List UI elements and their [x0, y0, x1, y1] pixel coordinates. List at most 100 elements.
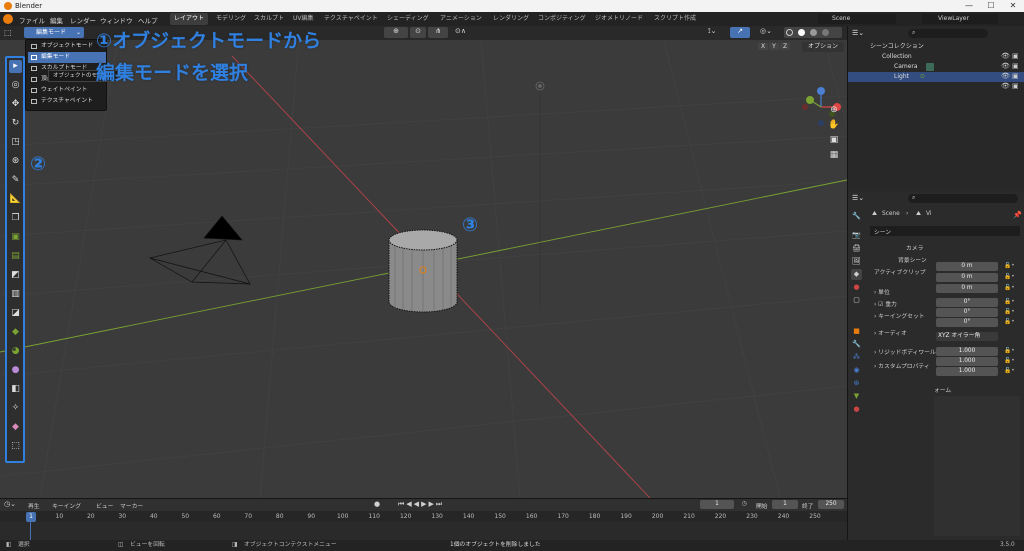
inset-tool-icon[interactable]: ▤: [9, 250, 22, 263]
properties-search-input[interactable]: ⌕: [908, 194, 1018, 203]
lock-icon[interactable]: 🔓•: [1004, 368, 1015, 374]
outliner-camera[interactable]: Camera: [848, 62, 1024, 72]
camera-visibility-eye-icon[interactable]: 👁: [1001, 62, 1010, 70]
location-z-field[interactable]: 0 m: [936, 284, 998, 293]
extrude-tool-icon[interactable]: ▣: [9, 231, 22, 244]
proportional-edit-icon[interactable]: ⊙∧: [455, 27, 475, 38]
gizmo-toggle-icon[interactable]: ↗: [730, 27, 750, 38]
add-cube-tool-icon[interactable]: ❐: [9, 212, 22, 225]
playback-controls[interactable]: ⏮◀◀▶▶⏭: [398, 500, 444, 509]
scene-tab-icon[interactable]: ◆: [851, 269, 862, 280]
snap-icon[interactable]: ⋔: [428, 27, 448, 38]
tab-scripting[interactable]: スクリプト作成: [650, 13, 700, 25]
tab-compositing[interactable]: コンポジティング: [534, 13, 590, 25]
menu-render[interactable]: レンダー: [70, 15, 96, 25]
location-y-field[interactable]: 0 m: [936, 273, 998, 282]
pan-hand-icon[interactable]: ✋: [828, 119, 840, 131]
outliner-scene-collection[interactable]: シーンコレクション: [848, 42, 1024, 52]
light-render-icon[interactable]: ▣: [1012, 72, 1019, 80]
shear-tool-icon[interactable]: ◆: [9, 421, 22, 434]
lock-icon[interactable]: 🔓•: [1004, 263, 1015, 269]
tab-geometry-nodes[interactable]: ジオメトリノード: [591, 13, 647, 25]
collection-tab-icon[interactable]: ▢: [851, 295, 862, 306]
close-button[interactable]: ✕: [1004, 1, 1022, 11]
rotation-x-field[interactable]: 0°: [936, 298, 998, 307]
tool-tab-icon[interactable]: 🔧: [851, 211, 862, 222]
poly-build-tool-icon[interactable]: ◆: [9, 326, 22, 339]
mirror-z-toggle[interactable]: Z: [780, 43, 790, 50]
marker-menu[interactable]: マーカー: [120, 501, 143, 510]
lock-icon[interactable]: 🔓•: [1004, 299, 1015, 305]
lock-icon[interactable]: 🔓•: [1004, 358, 1015, 364]
output-tab-icon[interactable]: 🖨: [851, 243, 862, 254]
object-tab-icon[interactable]: ■: [851, 326, 862, 337]
extra-render-icon[interactable]: ▣: [1012, 82, 1019, 90]
rendered-shading-icon[interactable]: [822, 29, 829, 36]
outliner-collection[interactable]: Collection: [848, 52, 1024, 62]
outliner-type-icon[interactable]: ☰⌄: [852, 29, 864, 37]
physics-tab-icon[interactable]: ◉: [851, 365, 862, 376]
lock-icon[interactable]: 🔓•: [1004, 348, 1015, 354]
view-layer-tab-icon[interactable]: 🖼: [851, 256, 862, 267]
shrink-fatten-tool-icon[interactable]: ✧: [9, 402, 22, 415]
tab-modeling[interactable]: モデリング: [212, 13, 250, 25]
maximize-button[interactable]: ☐: [982, 1, 1000, 11]
overlay-icon[interactable]: ◎⌄: [760, 27, 780, 38]
grid-perspective-icon[interactable]: ▦: [828, 149, 840, 161]
custom-properties-section[interactable]: › カスタムプロパティ: [874, 361, 930, 370]
outliner-search-input[interactable]: ⌕: [908, 29, 988, 38]
lock-icon[interactable]: 🔓•: [1004, 285, 1015, 291]
3d-viewport[interactable]: ⬚ 編集モード ⌄ ⊕ ⊙ ⋔ ⊙∧ ⟟⌄ ↗ ◎⌄ XYZ オプション オブジ…: [0, 26, 847, 498]
record-icon[interactable]: ●: [374, 500, 380, 508]
loop-cut-tool-icon[interactable]: ▥: [9, 288, 22, 301]
blender-menu-icon[interactable]: [3, 14, 13, 24]
rigid-body-world-section[interactable]: › リジッドボディワール: [874, 347, 936, 356]
current-frame-field[interactable]: 1: [700, 500, 734, 509]
extra-visibility-eye-icon[interactable]: 👁: [1001, 82, 1010, 90]
zoom-icon[interactable]: ⊕: [828, 104, 840, 116]
properties-type-icon[interactable]: ☰⌄: [852, 194, 864, 202]
annotate-tool-icon[interactable]: ✎: [9, 174, 22, 187]
particles-tab-icon[interactable]: ⁂: [851, 352, 862, 363]
scale-tool-icon[interactable]: ◳: [9, 136, 22, 149]
keying-sets-section[interactable]: › キーイングセット: [874, 311, 925, 320]
camera-render-icon[interactable]: ▣: [1012, 62, 1019, 70]
collection-render-camera-icon[interactable]: ▣: [1012, 52, 1019, 60]
spin-tool-icon[interactable]: ◕: [9, 345, 22, 358]
constraints-tab-icon[interactable]: ⊛: [851, 378, 862, 389]
lock-icon[interactable]: 🔓•: [1004, 274, 1015, 280]
move-tool-icon[interactable]: ✥: [9, 98, 22, 111]
mode-option-edit[interactable]: 編集モード: [28, 52, 106, 63]
view-object-types-icon[interactable]: ⟟⌄: [708, 27, 728, 38]
lock-icon[interactable]: 🔓•: [1004, 309, 1015, 315]
scene-selector[interactable]: Scene: [818, 14, 896, 24]
mode-option-weight-paint[interactable]: ウェイトペイント: [28, 85, 106, 96]
measure-tool-icon[interactable]: 📐: [9, 193, 22, 206]
view-menu[interactable]: ビュー: [96, 501, 113, 510]
tab-rendering[interactable]: レンダリング: [489, 13, 533, 25]
audio-section[interactable]: › オーディオ: [874, 328, 907, 337]
render-tab-icon[interactable]: 📷: [851, 230, 862, 241]
knife-tool-icon[interactable]: ◪: [9, 307, 22, 320]
units-section[interactable]: › 単位: [874, 287, 890, 296]
viewlayer-selector[interactable]: ViewLayer: [922, 14, 998, 24]
transform-tool-icon[interactable]: ⊛: [9, 155, 22, 168]
playhead[interactable]: 1: [26, 512, 36, 522]
menu-file[interactable]: ファイル: [19, 15, 45, 25]
options-dropdown[interactable]: オプション: [802, 42, 844, 52]
light-visibility-eye-icon[interactable]: 👁: [1001, 72, 1010, 80]
pin-icon[interactable]: 📌: [1013, 211, 1022, 219]
mode-selector[interactable]: 編集モード ⌄: [24, 27, 84, 38]
cursor-tool-icon[interactable]: ◎: [9, 79, 22, 92]
menu-help[interactable]: ヘルプ: [138, 15, 158, 25]
tab-layout[interactable]: レイアウト: [170, 13, 209, 25]
gravity-section[interactable]: › ☑ 重力: [874, 299, 897, 308]
rip-region-tool-icon[interactable]: ⬚: [9, 440, 22, 453]
tab-shading[interactable]: シェーディング: [383, 13, 433, 25]
playback-menu[interactable]: 再生: [28, 501, 40, 510]
start-frame-field[interactable]: 1: [772, 500, 798, 509]
scale-z-field[interactable]: 1.000: [936, 367, 998, 376]
keying-menu[interactable]: キーイング: [52, 501, 81, 510]
end-frame-field[interactable]: 250: [818, 500, 844, 509]
pivot-icon[interactable]: ⊙: [410, 27, 426, 38]
